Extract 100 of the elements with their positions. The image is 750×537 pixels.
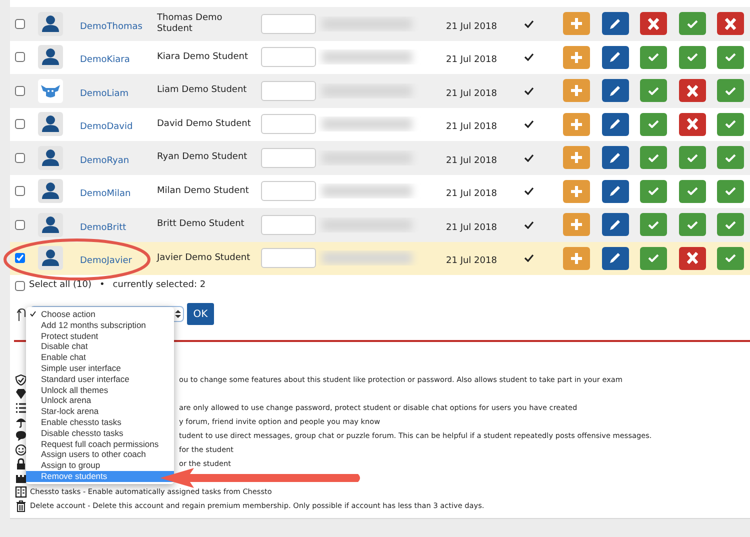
cross-button[interactable] bbox=[678, 246, 706, 270]
check-button[interactable] bbox=[717, 213, 744, 236]
check-icon bbox=[648, 154, 659, 162]
check-icon bbox=[648, 187, 659, 196]
date-text: 21 Jul 2018 bbox=[446, 189, 497, 200]
check-button[interactable] bbox=[678, 12, 706, 36]
cross-button[interactable] bbox=[678, 112, 706, 136]
person-avatar-icon bbox=[38, 112, 63, 136]
row-checkbox[interactable] bbox=[15, 253, 25, 264]
check-button[interactable] bbox=[678, 46, 706, 69]
edit-button[interactable] bbox=[602, 12, 628, 36]
check-button[interactable] bbox=[640, 246, 667, 270]
input-field[interactable] bbox=[261, 47, 316, 68]
plus-icon bbox=[571, 152, 582, 164]
check-button[interactable] bbox=[717, 180, 744, 203]
edit-button[interactable] bbox=[602, 180, 628, 203]
username-link[interactable]: DemoBritt bbox=[80, 222, 126, 233]
input-field[interactable] bbox=[261, 214, 316, 235]
input-field[interactable] bbox=[261, 248, 316, 268]
check-icon bbox=[524, 187, 534, 196]
trash-icon bbox=[15, 500, 27, 512]
add-button[interactable] bbox=[563, 180, 590, 203]
cross-button[interactable] bbox=[640, 12, 667, 36]
add-button[interactable] bbox=[563, 46, 590, 69]
username-link[interactable]: DemoThomas bbox=[80, 22, 142, 32]
cross-button[interactable] bbox=[678, 79, 706, 102]
username-link[interactable]: DemoLiam bbox=[80, 88, 129, 99]
input-field[interactable] bbox=[261, 14, 316, 34]
add-button[interactable] bbox=[563, 213, 590, 236]
menu-item[interactable]: Star-lock arena bbox=[26, 406, 174, 417]
add-button[interactable] bbox=[563, 246, 590, 270]
menu-item[interactable]: Assign to group bbox=[26, 460, 174, 471]
input-field[interactable] bbox=[261, 181, 316, 202]
input-field[interactable] bbox=[261, 148, 316, 168]
menu-item[interactable]: Unlock arena bbox=[26, 395, 174, 406]
check-button[interactable] bbox=[717, 246, 744, 270]
input-field[interactable] bbox=[261, 80, 316, 101]
menu-item[interactable]: Enable chat bbox=[26, 352, 174, 363]
row-checkbox[interactable] bbox=[15, 52, 25, 62]
student-name: Ryan Demo Student bbox=[157, 152, 248, 164]
menu-item[interactable]: Disable chessto tasks bbox=[26, 428, 174, 439]
row-checkbox[interactable] bbox=[15, 220, 25, 230]
edit-button[interactable] bbox=[602, 112, 628, 136]
menu-item[interactable]: Choose action bbox=[26, 309, 174, 320]
check-icon bbox=[725, 254, 736, 262]
row-checkbox[interactable] bbox=[15, 119, 25, 130]
add-button[interactable] bbox=[563, 112, 590, 136]
input-field[interactable] bbox=[261, 114, 316, 134]
edit-button[interactable] bbox=[602, 146, 628, 170]
check-button[interactable] bbox=[678, 213, 706, 236]
check-button[interactable] bbox=[678, 146, 706, 170]
menu-item[interactable]: Disable chat bbox=[26, 341, 174, 352]
plus-icon bbox=[571, 18, 582, 30]
menu-item[interactable]: Add 12 months subscription bbox=[26, 320, 174, 331]
edit-button[interactable] bbox=[602, 46, 628, 69]
check-button[interactable] bbox=[717, 112, 744, 136]
cross-icon bbox=[725, 18, 736, 30]
menu-item[interactable]: Simple user interface bbox=[26, 362, 174, 374]
menu-item[interactable]: Protect student bbox=[26, 330, 174, 342]
check-button[interactable] bbox=[640, 146, 667, 170]
row-checkbox[interactable] bbox=[15, 186, 25, 196]
add-button[interactable] bbox=[563, 79, 590, 102]
menu-item[interactable]: Enable chessto tasks bbox=[26, 416, 174, 428]
check-button[interactable] bbox=[640, 46, 667, 69]
check-button[interactable] bbox=[678, 180, 706, 203]
check-button[interactable] bbox=[717, 79, 744, 102]
ok-button[interactable]: OK bbox=[187, 303, 214, 325]
edit-button[interactable] bbox=[602, 79, 628, 102]
add-button[interactable] bbox=[563, 12, 590, 36]
check-button[interactable] bbox=[717, 146, 744, 170]
username-link[interactable]: DemoDavid bbox=[80, 122, 133, 132]
username-link[interactable]: DemoJavier bbox=[80, 256, 132, 266]
pencil-icon bbox=[610, 52, 620, 62]
mascot-avatar-icon bbox=[38, 78, 63, 103]
add-button[interactable] bbox=[563, 146, 590, 170]
edit-button[interactable] bbox=[602, 213, 628, 236]
menu-item[interactable]: Standard user interface bbox=[26, 374, 174, 385]
row-checkbox[interactable] bbox=[15, 18, 25, 29]
menu-item[interactable]: Unlock all themes bbox=[26, 384, 174, 396]
username-link[interactable]: DemoRyan bbox=[80, 156, 130, 166]
username-link[interactable]: DemoKiara bbox=[80, 55, 130, 66]
select-all-label[interactable]: Select all (10) bbox=[29, 279, 92, 293]
check-button[interactable] bbox=[640, 79, 667, 102]
check-button[interactable] bbox=[640, 112, 667, 136]
cross-icon bbox=[686, 118, 698, 130]
menu-item[interactable]: Assign users to other coach bbox=[26, 449, 174, 460]
plus-icon bbox=[571, 118, 582, 130]
date-text: 21 Jul 2018 bbox=[446, 222, 497, 233]
cross-icon bbox=[648, 18, 659, 30]
check-icon bbox=[686, 154, 698, 162]
menu-item[interactable]: Request full coach permissions bbox=[26, 438, 174, 450]
cross-button[interactable] bbox=[717, 12, 744, 36]
row-checkbox[interactable] bbox=[15, 152, 25, 163]
check-button[interactable] bbox=[640, 213, 667, 236]
edit-button[interactable] bbox=[602, 246, 628, 270]
check-button[interactable] bbox=[640, 180, 667, 203]
username-link[interactable]: DemoMilan bbox=[80, 189, 131, 200]
check-button[interactable] bbox=[717, 46, 744, 69]
row-checkbox[interactable] bbox=[15, 86, 25, 96]
select-all-checkbox[interactable] bbox=[15, 281, 25, 291]
